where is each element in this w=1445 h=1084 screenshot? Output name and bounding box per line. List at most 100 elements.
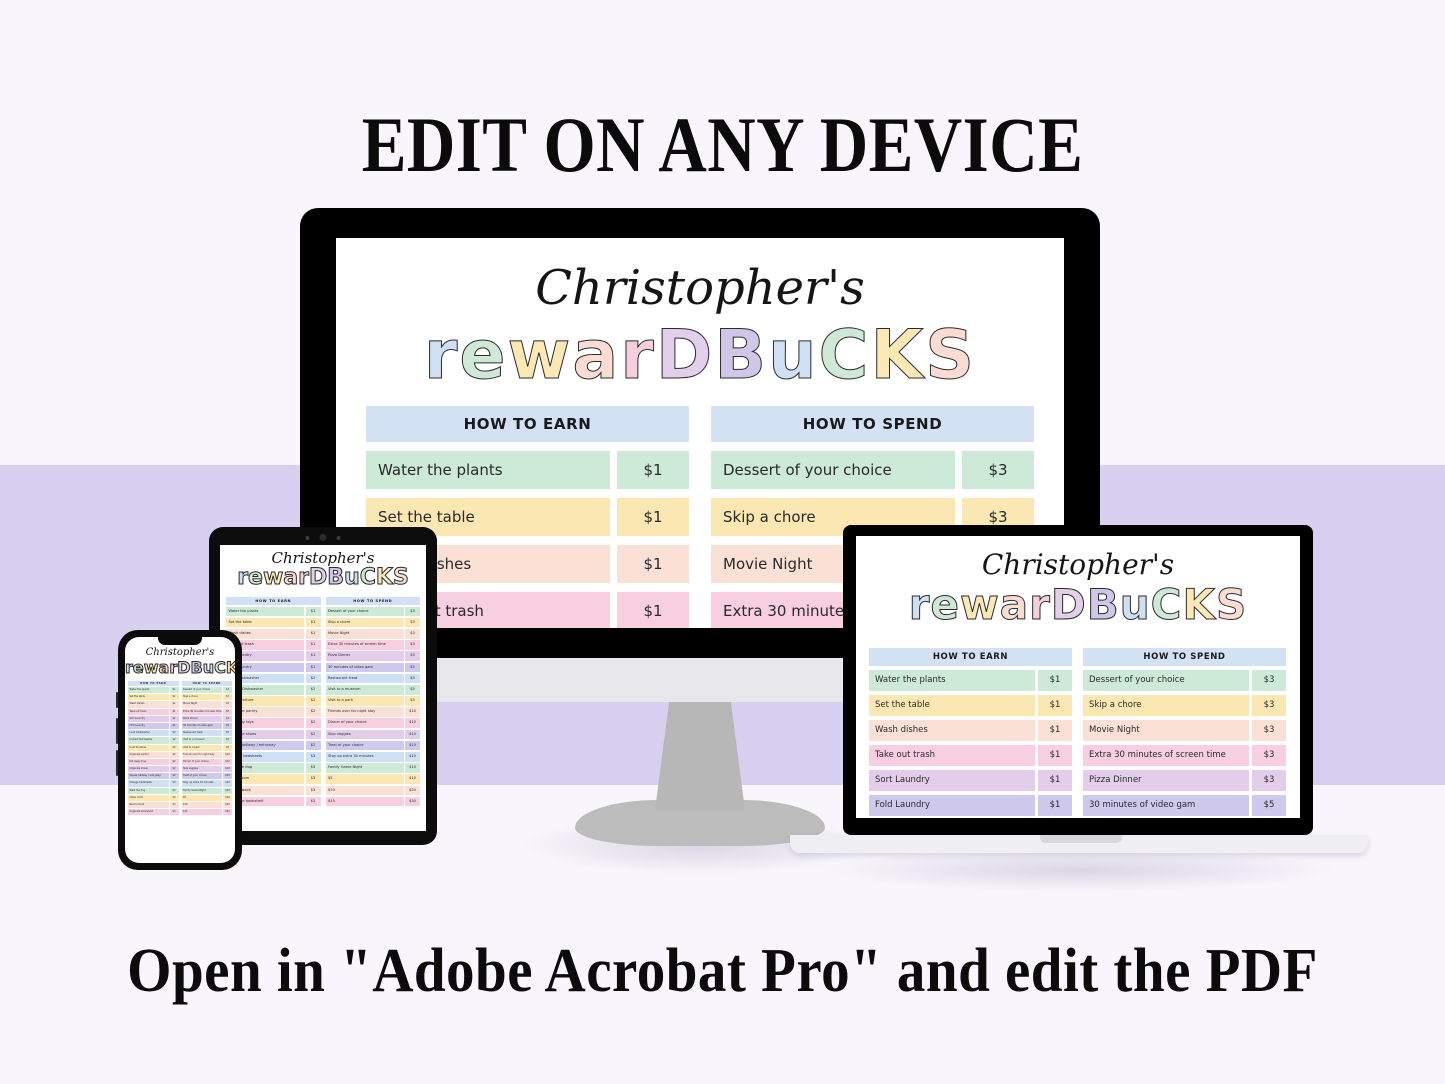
row-value: $10 [223,773,232,780]
table-row: Take out trash$1 [869,745,1072,766]
row-value: $2 [305,718,321,729]
row-value: $2 [305,684,321,695]
title-letter: r [298,565,310,591]
table-row: Dessert of your choice $3 [1083,670,1286,691]
title-letter: S [392,565,409,591]
table-row: Wash dishes$1 [128,701,179,708]
row-value: $10 [405,729,420,740]
row-label: $15 [325,796,404,807]
row-label: $15 [181,809,222,816]
row-value: $10 [405,718,420,729]
spend-rows: Dessert of your choice $3 Skip a chore $3 Mo… [1083,670,1286,818]
row-label: Movie Night [325,628,404,639]
title-letter: e [132,658,144,678]
row-value: $2 [169,730,179,737]
phone[interactable]: Christopher's rewarDBuCKS HOW TO EARN Wa… [116,630,242,870]
title-letter: C [1150,580,1183,630]
title-letter: e [248,565,264,591]
row-label: Stay up extra 30 minutes [325,752,404,762]
title-letter: r [237,565,249,591]
row-value: $1 [1038,695,1072,716]
table-row: Dinner of your choice $10 [181,758,232,766]
earn-column: HOW TO EARN Water the plants $1 Set the ta… [869,648,1072,818]
row-value: $3 [169,809,179,816]
table-row: Organize bookshelf $3 [128,809,179,816]
row-label: Pizza Dinner [181,715,222,722]
row-value: $1 [305,640,321,650]
laptop-screen: Christopher's rewarDBuCKS HOW TO EARN Wa… [856,536,1300,818]
table-row: Fold Laundry$1 [869,795,1072,816]
row-label: Friends over for night stay [181,751,222,758]
row-label: Dinner of your choice [181,758,222,766]
row-label: Organize bookshelf [128,809,169,816]
poster-name-script: Christopher's [981,548,1175,581]
row-value: $5 [223,730,232,737]
row-label: Wash dishes [869,720,1035,741]
row-label: Extra 30 minutes of screen time [325,640,404,650]
row-label: $10 [325,785,404,796]
title-letter: C [359,565,376,591]
row-value: $2 [169,744,179,751]
table-row: $5 $10 [325,774,420,784]
row-label: Skip a chore [181,694,222,701]
phone-notch [158,637,202,645]
phone-volume-up-button[interactable] [116,718,118,744]
laptop[interactable]: Christopher's rewarDBuCKS HOW TO EARN Wa… [843,525,1313,835]
phone-volume-down-button[interactable] [116,750,118,776]
table-row: Walk the dog$3 [128,787,179,794]
table-row: Fold Laundry$1 [128,722,179,730]
row-label: Set the table [128,694,169,701]
row-label: Pizza Dinner [1083,770,1249,791]
table-row: 30 minutes of video gam $5 [1083,795,1286,816]
poster-title-bubble: rewarDBuCKS [336,316,1064,396]
row-label: Dessert of your choice [711,451,955,489]
row-value: $1 [169,722,179,730]
table-row: Dessert of your choice $3 [325,606,420,617]
phone-mute-button[interactable] [116,692,118,708]
row-label: Movie Night [1083,720,1249,741]
row-value: $10 [405,707,420,717]
table-row: Dessert of your choice $3 [181,687,232,694]
table-row: Extra 30 minutes of screen time$3 [325,640,420,650]
earn-rows: Water the plants$1Set the table$1Wash di… [128,687,179,816]
table-row: $10 $20 [325,785,420,796]
mockup-canvas: EDIT ON ANY DEVICE Christopher's rewarDB… [0,0,1445,1084]
row-label: $5 [325,774,404,784]
title-letter: u [768,316,819,396]
table-row: Water the plants $1 [869,670,1072,691]
row-label: Friends over for night stay [325,707,404,717]
table-row: Friends over for night stay $10 [181,751,232,758]
title-letter: u [1119,580,1151,630]
spend-header: HOW TO SPEND [1083,648,1286,666]
row-value: $20 [223,802,232,809]
poster-tables: HOW TO EARN Water the plants $1 Set the ta… [128,681,232,816]
row-value: $3 [1252,770,1286,791]
row-value: $1 [1038,720,1072,741]
table-row: Pizza Dinner $3 [325,651,420,661]
table-row: Water the plants $1 [128,687,179,694]
row-value: $1 [305,628,321,639]
table-row: Pizza Dinner $3 [1083,770,1286,791]
table-row: Visit to a museum $5 [181,737,232,744]
title-letter: w [143,658,159,678]
earn-rows: Water the plants$1Set the table$1Wash di… [869,670,1072,818]
row-value: $5 [405,673,420,684]
row-value: $5 [1252,795,1286,816]
row-value: $3 [223,715,232,722]
row-label: Sort Laundry [869,770,1035,791]
row-value: $3 [305,796,321,807]
row-label: Treat of your choice [325,740,404,751]
tablet[interactable]: Christopher's rewarDBuCKS HOW TO EARN Wa… [209,527,437,845]
row-label: Treat of your choice [181,773,222,780]
row-value: $2 [305,673,321,684]
row-label: Visit to a park [325,696,404,706]
table-row: $15 $30 [325,796,420,807]
row-value: $1 [305,617,321,628]
row-value: $10 [405,740,420,751]
tablet-screen: Christopher's rewarDBuCKS HOW TO EARN Wa… [220,545,426,831]
row-label: Put away toys [128,758,169,766]
row-label: Restaurant treat [325,673,404,684]
row-value: $3 [223,687,232,694]
row-value: $1 [169,701,179,708]
table-row: Extra 30 minutes of screen time$3 [1083,745,1286,766]
